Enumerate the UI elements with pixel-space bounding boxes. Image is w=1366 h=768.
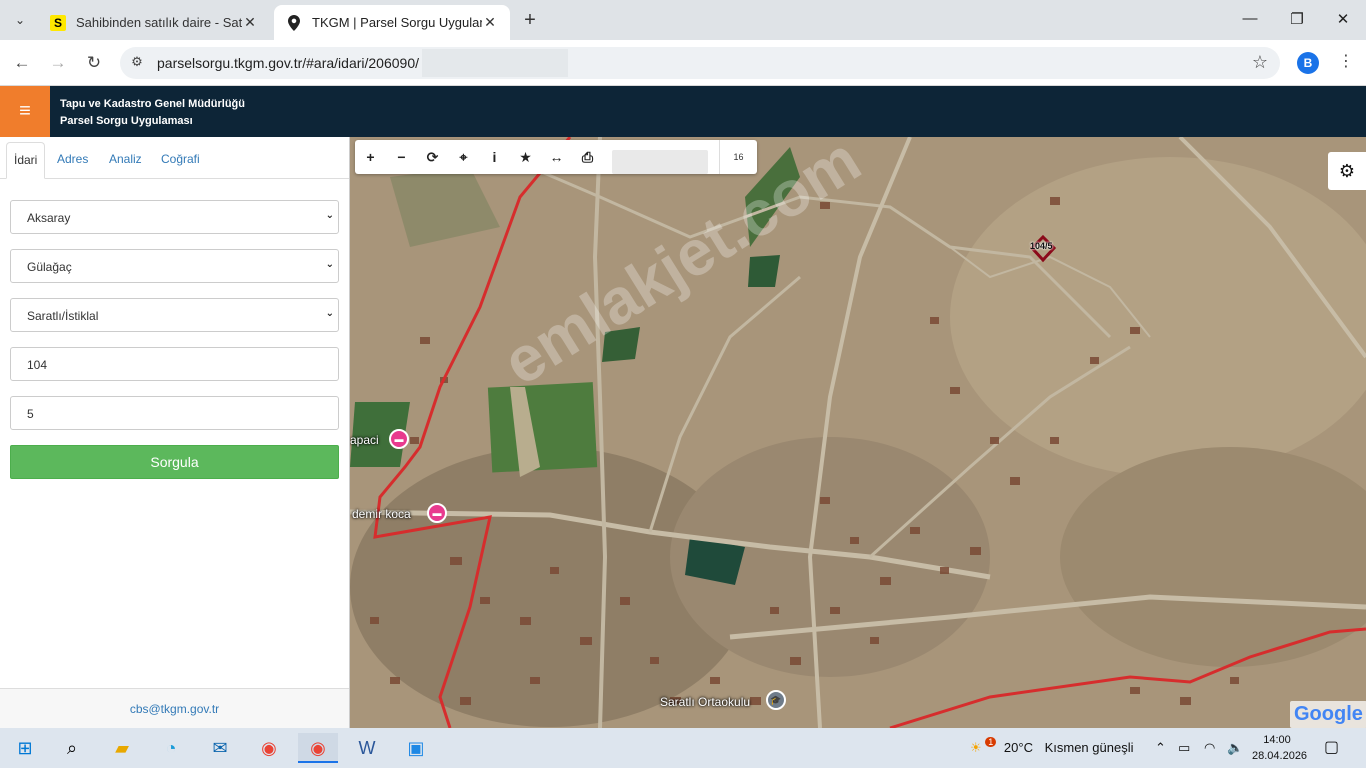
notifications-icon[interactable]: ▢	[1324, 728, 1339, 768]
province-select[interactable]: Aksaray ⌄	[10, 200, 339, 234]
contact-email-link[interactable]: cbs@tkgm.gov.tr	[130, 702, 219, 716]
profile-avatar[interactable]: B	[1297, 52, 1319, 74]
map-toolbar: + − ⟳ ⌖ i ★ ↔ ⎙ 16	[355, 140, 757, 174]
reload-icon[interactable]: ↻	[82, 51, 106, 75]
address-toolbar: ← → ↻ ⚙ parselsorgu.tkgm.gov.tr/#ara/ida…	[0, 40, 1366, 86]
parcel-label: 104/5	[1030, 241, 1053, 251]
district-value: Gülağaç	[27, 260, 72, 274]
school-pin-icon[interactable]: 🎓	[766, 690, 786, 710]
map-view[interactable]: emlakjet.com + − ⟳ ⌖ i ★ ↔ ⎙ 16 ⚙ 104/5 …	[350, 137, 1366, 728]
restore-icon[interactable]: ❐	[1287, 10, 1307, 28]
block-value: 104	[27, 358, 48, 372]
zoom-level: 16	[719, 140, 757, 174]
chevron-down-icon: ⌄	[325, 259, 334, 270]
close-window-icon[interactable]: ✕	[1333, 10, 1353, 28]
tab-idari[interactable]: İdari	[6, 142, 46, 179]
query-panel: İdari Adres Analiz Coğrafi Aksaray ⌄ Gül…	[0, 137, 350, 728]
app-brand: Tapu ve Kadastro Genel Müdürlüğü Parsel …	[60, 96, 245, 130]
clock-date: 28.04.2026	[1252, 750, 1308, 762]
bookmark-star-icon[interactable]: ☆	[1252, 52, 1268, 73]
browser-tab-sahibinden[interactable]: S Sahibinden satılık daire - Satılık ✕	[38, 5, 270, 40]
measure-icon[interactable]: ↔	[541, 140, 572, 174]
browser-tab-tkgm[interactable]: TKGM | Parsel Sorgu Uygulaması ✕	[274, 5, 510, 40]
outlook-icon[interactable]: ✉	[200, 733, 240, 763]
zoom-out-icon[interactable]: −	[386, 140, 417, 174]
minimize-icon[interactable]: —	[1240, 10, 1260, 27]
battery-icon[interactable]: ▭	[1178, 728, 1190, 768]
info-icon[interactable]: i	[479, 140, 510, 174]
chevron-up-icon[interactable]: ⌃	[1155, 728, 1166, 768]
forward-icon[interactable]: →	[46, 51, 70, 75]
volume-icon[interactable]: 🔈	[1227, 728, 1243, 768]
tab-title: Sahibinden satılık daire - Satılık	[76, 15, 242, 30]
zoom-in-icon[interactable]: +	[355, 140, 386, 174]
neighborhood-select[interactable]: Saratlı/İstiklal ⌄	[10, 298, 339, 332]
sahibinden-favicon-icon: S	[50, 14, 66, 31]
photos-icon[interactable]: ▣	[396, 733, 436, 763]
query-tabs: İdari Adres Analiz Coğrafi	[0, 137, 349, 179]
parcel-value: 5	[27, 407, 34, 421]
edge-icon[interactable]: ◔	[151, 733, 191, 763]
word-icon[interactable]: W	[347, 733, 387, 763]
weather-temp: 20°C	[1003, 740, 1033, 755]
location-pin-icon	[286, 14, 302, 31]
new-tab-button[interactable]: +	[518, 9, 542, 32]
google-attribution: Google	[1290, 701, 1366, 728]
place-label: demir koca	[352, 507, 411, 521]
brand-line-2: Parsel Sorgu Uygulaması	[60, 115, 193, 127]
chevron-down-icon: ⌄	[325, 210, 334, 221]
file-explorer-icon[interactable]: ▰	[102, 733, 142, 763]
favorite-star-icon[interactable]: ★	[510, 140, 541, 174]
close-tab-icon[interactable]: ✕	[482, 14, 498, 31]
neighborhood-value: Saratlı/İstiklal	[27, 309, 99, 323]
hotel-pin-icon[interactable]: ▬	[427, 503, 447, 523]
windows-taskbar: ⊞ ⌕ ▰ ◔ ✉ ◉ ◉ W ▣ ☀ 1 20°C Kısmen güneşl…	[0, 728, 1366, 768]
system-clock[interactable]: 14:00 28.04.2026	[1252, 732, 1308, 764]
block-input[interactable]: 104	[10, 347, 339, 381]
close-tab-icon[interactable]: ✕	[242, 14, 258, 31]
chrome-profile-icon[interactable]: ◉	[298, 733, 338, 763]
tab-title: TKGM | Parsel Sorgu Uygulaması	[312, 15, 482, 30]
tab-adres[interactable]: Adres	[50, 142, 95, 179]
map-search-redacted[interactable]	[612, 150, 708, 174]
search-icon[interactable]: ⌕	[52, 733, 92, 763]
windows-start-icon[interactable]: ⊞	[5, 733, 45, 763]
wifi-icon[interactable]: ◠	[1204, 728, 1215, 768]
place-label: apaci	[350, 433, 379, 447]
weather-badge: 1	[985, 737, 997, 747]
tab-cografi[interactable]: Coğrafi	[154, 142, 207, 179]
redacted-area	[422, 49, 568, 77]
map-settings-gear-icon[interactable]: ⚙	[1328, 152, 1366, 190]
clock-time: 14:00	[1263, 734, 1291, 746]
app-header: ≡ Tapu ve Kadastro Genel Müdürlüğü Parse…	[0, 86, 1366, 137]
url-text[interactable]: parselsorgu.tkgm.gov.tr/#ara/idari/20609…	[157, 55, 419, 71]
panel-footer: cbs@tkgm.gov.tr	[0, 688, 349, 728]
chrome-icon[interactable]: ◉	[249, 733, 289, 763]
tab-analiz[interactable]: Analiz	[102, 142, 149, 179]
refresh-icon[interactable]: ⟳	[417, 140, 448, 174]
browser-tab-bar: ⌄ S Sahibinden satılık daire - Satılık ✕…	[0, 0, 1366, 40]
district-select[interactable]: Gülağaç ⌄	[10, 249, 339, 283]
weather-sun-icon: ☀	[970, 740, 982, 755]
browser-menu-icon[interactable]: ⋮	[1338, 51, 1354, 71]
tab-search-button[interactable]: ⌄	[8, 8, 32, 32]
parcel-input[interactable]: 5	[10, 396, 339, 430]
weather-text: Kısmen güneşli	[1044, 740, 1134, 755]
hotel-pin-icon[interactable]: ▬	[389, 429, 409, 449]
site-info-icon[interactable]: ⚙	[128, 54, 146, 72]
chevron-down-icon: ⌄	[325, 308, 334, 319]
brand-line-1: Tapu ve Kadastro Genel Müdürlüğü	[60, 98, 245, 110]
weather-widget[interactable]: ☀ 1 20°C Kısmen güneşli	[970, 728, 1133, 768]
back-icon[interactable]: ←	[10, 51, 34, 75]
hamburger-menu-icon[interactable]: ≡	[0, 86, 50, 137]
address-bar[interactable]: ⚙ parselsorgu.tkgm.gov.tr/#ara/idari/206…	[120, 47, 1280, 79]
province-value: Aksaray	[27, 211, 71, 225]
school-label: Saratlı Ortaokulu	[660, 695, 751, 709]
satellite-imagery	[350, 137, 1366, 728]
locate-icon[interactable]: ⌖	[448, 140, 479, 174]
query-button[interactable]: Sorgula	[10, 445, 339, 479]
print-icon[interactable]: ⎙	[572, 140, 603, 174]
